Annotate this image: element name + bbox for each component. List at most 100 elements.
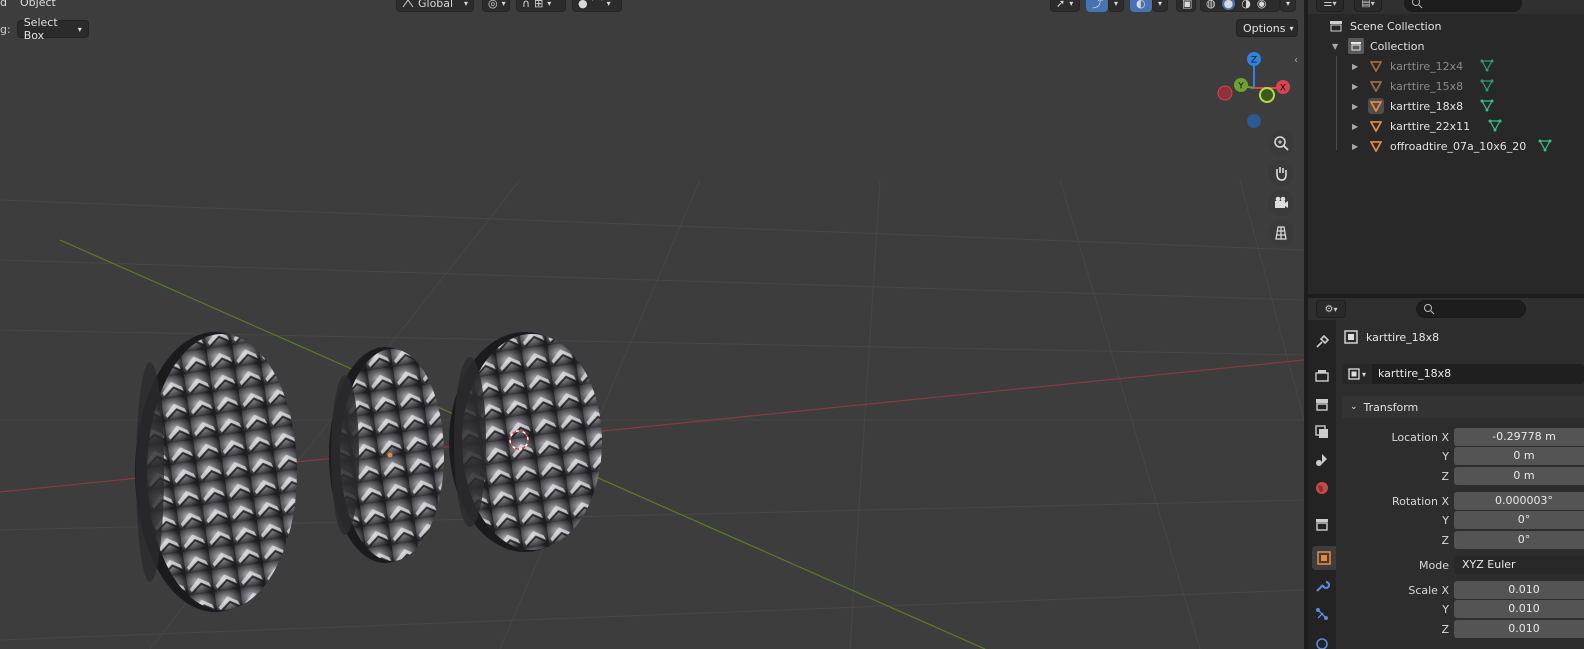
falloff-icon: ⌒ [591, 0, 603, 10]
scene-canvas[interactable] [0, 0, 1304, 649]
shading-dropdown[interactable]: ▾ [1280, 0, 1296, 12]
outliner-search[interactable] [1404, 0, 1522, 12]
rotation-y-row: Y 0° [1336, 511, 1584, 531]
expand-arrow-icon[interactable]: ▶ [1352, 102, 1358, 111]
collection-label: Collection [1370, 39, 1425, 53]
snap-toggle[interactable]: ∩ ⊞ ▾ [516, 0, 566, 12]
location-y-field[interactable]: 0 m [1454, 447, 1584, 465]
mesh-data-icon[interactable] [1480, 78, 1494, 95]
collection-row[interactable]: ▼ Collection [1308, 36, 1584, 56]
tab-scene[interactable] [1310, 448, 1334, 472]
svg-text:Y: Y [1237, 82, 1244, 92]
3d-viewport[interactable]: d Object Global ▾ ◎ ▾ ∩ ⊞ ▾ ● ⌒ ▾ ➚ ▾ ⤴ ▾ ◐ ▾ … [0, 0, 1304, 649]
properties-search[interactable] [1416, 300, 1526, 318]
solid-shading-icon[interactable]: ● [1221, 0, 1236, 10]
object-menu[interactable]: Object [20, 0, 56, 9]
mesh-data-icon[interactable] [1488, 118, 1502, 135]
expand-arrow-icon[interactable]: ▶ [1352, 62, 1358, 71]
tool-icon [1316, 334, 1330, 348]
rotation-y-field[interactable]: 0° [1454, 511, 1584, 529]
expand-arrow-icon[interactable]: ▶ [1352, 82, 1358, 91]
tab-world[interactable] [1310, 476, 1334, 500]
rendered-shading-icon[interactable]: ◉ [1257, 0, 1267, 10]
rotation-x-field[interactable]: 0.000003° [1454, 492, 1584, 510]
proportional-edit-toggle[interactable]: ● ⌒ ▾ [572, 0, 622, 12]
material-shading-icon[interactable]: ◑ [1241, 0, 1251, 10]
mesh-data-icon[interactable] [1480, 98, 1494, 115]
collection-icon [1316, 519, 1328, 531]
options-dropdown[interactable]: Options ▾ [1236, 19, 1298, 37]
search-icon [1412, 0, 1423, 9]
gizmo-dropdown[interactable]: ▾ [1108, 0, 1124, 12]
camera-view-button[interactable] [1268, 190, 1294, 216]
scale-z-row: Z 0.010 [1336, 620, 1584, 640]
shading-mode-group[interactable]: ◍ ● ◑ ◉ [1200, 0, 1280, 12]
outliner-editor-type[interactable]: ☰ ▾ [1316, 0, 1344, 12]
tab-particles[interactable] [1310, 602, 1334, 626]
header-partial-label[interactable]: d [0, 0, 7, 9]
xray-icon: ▣ [1182, 0, 1193, 10]
chevron-down-icon: ▾ [1333, 304, 1338, 314]
scene-collection-row[interactable]: Scene Collection [1308, 16, 1584, 36]
orientation-label: Global [418, 0, 454, 10]
transform-orientation-dropdown[interactable]: Global ▾ [396, 0, 474, 12]
rotation-mode-dropdown[interactable]: XYZ Euler [1454, 556, 1584, 574]
tab-tool[interactable] [1310, 330, 1334, 354]
expand-arrow-icon[interactable]: ▶ [1352, 142, 1358, 151]
mesh-data-icon[interactable] [1480, 58, 1494, 75]
tab-physics[interactable] [1310, 630, 1334, 649]
expand-arrow-icon[interactable]: ▼ [1332, 42, 1338, 51]
gizmo-neg-x[interactable] [1217, 85, 1233, 101]
scale-y-field[interactable]: 0.010 [1454, 600, 1584, 618]
location-y-label: Y [1442, 450, 1449, 463]
expand-arrow-icon[interactable]: ▶ [1352, 122, 1358, 131]
object-browse-dropdown[interactable]: ▾ [1342, 364, 1372, 384]
outliner-item-karttire-15x8[interactable]: ▶ karttire_15x8 [1308, 76, 1584, 96]
sidebar-collapse-icon[interactable]: ‹ [1294, 55, 1298, 66]
display-mode-dropdown[interactable]: ▤ ▾ [1354, 0, 1382, 12]
properties-editor-type[interactable]: ⚙ ▾ [1316, 300, 1346, 318]
outliner-item-karttire-12x4[interactable]: ▶ karttire_12x4 [1308, 56, 1584, 76]
xray-toggle[interactable]: ▣ [1176, 0, 1196, 12]
tire-object-3-selected [449, 332, 602, 552]
scale-x-field[interactable]: 0.010 [1454, 581, 1584, 599]
tab-collection[interactable] [1310, 512, 1334, 536]
tab-output[interactable] [1310, 392, 1334, 416]
chevron-down-icon: ▾ [1361, 369, 1366, 379]
outliner-item-label: karttire_15x8 [1390, 79, 1464, 93]
particles-icon [1316, 608, 1328, 620]
mesh-data-icon[interactable] [1538, 138, 1552, 155]
tab-modifiers[interactable] [1310, 574, 1334, 598]
scale-z-field[interactable]: 0.010 [1454, 620, 1584, 638]
gizmo-icon: ⤴ [1092, 0, 1103, 10]
gizmo-neg-y[interactable] [1259, 87, 1275, 103]
select-mode-dropdown[interactable]: Select Box ▾ [16, 16, 89, 42]
transform-panel-header[interactable]: ⌄ Transform [1342, 396, 1584, 418]
outliner-item-karttire-22x11[interactable]: ▶ karttire_22x11 [1308, 116, 1584, 136]
chevron-down-icon: ▾ [606, 0, 611, 8]
location-x-field[interactable]: -0.29778 m [1454, 428, 1584, 446]
gizmo-toggle[interactable]: ⤴ [1086, 0, 1108, 12]
output-icon [1316, 399, 1328, 411]
zoom-button[interactable] [1268, 130, 1294, 156]
outliner-item-label: offroadtire_07a_10x6_20 [1390, 139, 1527, 153]
navigation-gizmo[interactable]: Z Y X [1212, 48, 1296, 132]
pivot-point-dropdown[interactable]: ◎ ▾ [482, 0, 510, 12]
rotation-z-field[interactable]: 0° [1454, 531, 1584, 549]
object-name-field[interactable]: karttire_18x8 [1372, 364, 1584, 384]
outliner-item-karttire-18x8[interactable]: ▶ karttire_18x8 [1308, 96, 1584, 116]
wireframe-shading-icon[interactable]: ◍ [1206, 0, 1216, 10]
tab-object[interactable] [1312, 546, 1336, 570]
location-z-field[interactable]: 0 m [1454, 467, 1584, 485]
tire-object-1 [135, 332, 297, 612]
tab-render[interactable] [1310, 364, 1334, 388]
mesh-object-icon [1368, 118, 1384, 134]
overlays-dropdown[interactable]: ▾ [1152, 0, 1168, 12]
visibility-dropdown[interactable]: ➚ ▾ [1050, 0, 1080, 12]
tab-view-layer[interactable] [1310, 420, 1334, 444]
perspective-toggle-button[interactable] [1268, 220, 1294, 246]
overlays-toggle[interactable]: ◐ [1130, 0, 1152, 12]
outliner-item-offroadtire-07a[interactable]: ▶ offroadtire_07a_10x6_20 [1308, 136, 1584, 156]
gizmo-neg-z[interactable] [1247, 114, 1261, 128]
pan-button[interactable] [1268, 160, 1294, 186]
